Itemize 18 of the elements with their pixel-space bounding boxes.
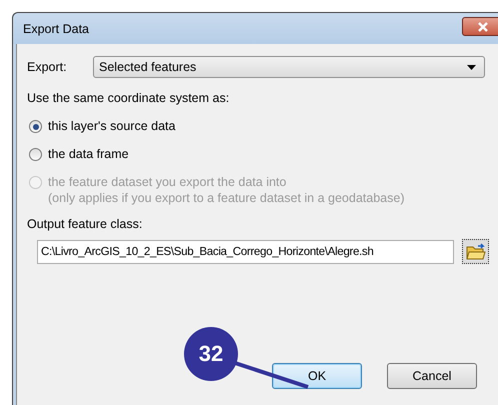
radio-button[interactable]	[29, 148, 42, 161]
radio-button[interactable]	[29, 120, 42, 133]
export-dropdown[interactable]: Selected features	[93, 56, 485, 78]
output-path-field[interactable]: C:\Livro_ArcGIS_10_2_ES\Sub_Bacia_Corrego_Horizonte\Alegre.sh	[37, 240, 454, 264]
ok-button[interactable]: OK	[272, 363, 362, 389]
output-label: Output feature class:	[27, 217, 144, 231]
close-icon	[477, 22, 489, 32]
radio-note: (only applies if you export to a feature dataset in a geodatabase)	[48, 191, 404, 205]
folder-icon	[466, 242, 486, 260]
close-button[interactable]	[462, 17, 498, 36]
radio-label[interactable]: this layer's source data	[48, 119, 176, 133]
window-title: Export Data	[23, 22, 90, 36]
export-label: Export:	[27, 60, 68, 74]
coordinate-system-label: Use the same coordinate system as:	[27, 91, 230, 105]
radio-label[interactable]: the data frame	[48, 147, 129, 161]
cancel-button[interactable]: Cancel	[387, 363, 477, 389]
browse-button[interactable]	[462, 239, 489, 264]
caret-icon	[467, 64, 476, 70]
